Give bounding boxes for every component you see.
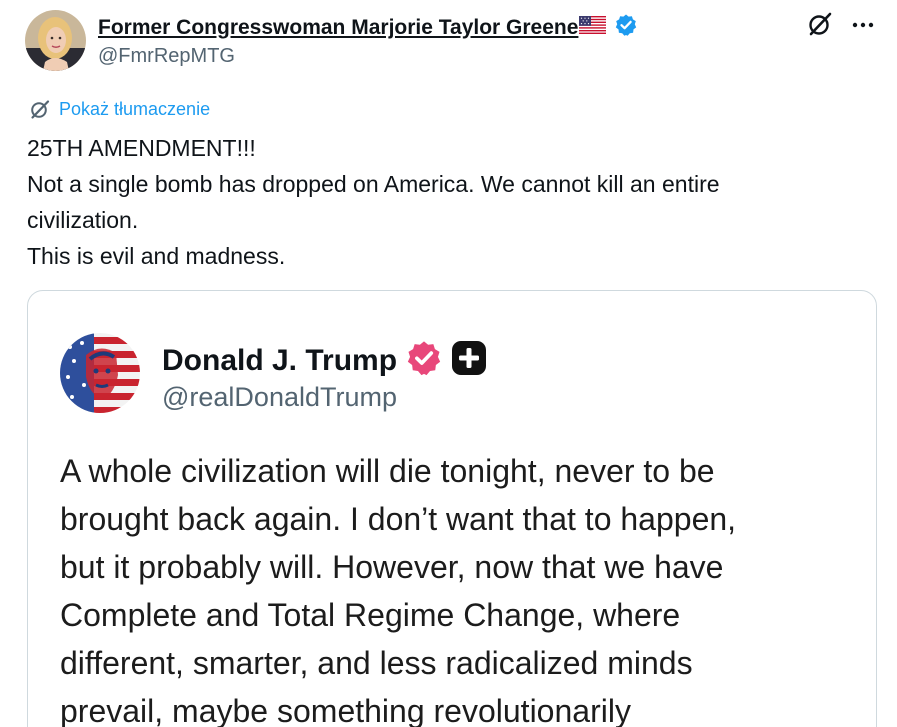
tweet-text-line: This is evil and madness.: [27, 243, 286, 269]
pink-verified-badge-icon[interactable]: [405, 339, 443, 382]
tweet[interactable]: Former Congresswoman Marjorie Taylor Gre…: [0, 0, 897, 727]
tweet-text: 25TH AMENDMENT!!! Not a single bomb has …: [27, 130, 847, 274]
verified-badge-icon[interactable]: [614, 13, 638, 42]
author-avatar[interactable]: [25, 10, 86, 71]
quoted-author-handle[interactable]: @realDonaldTrump: [162, 382, 397, 413]
quoted-text-line: different, smarter, and less radicalized…: [60, 645, 693, 681]
quoted-text-line: but it probably will. However, now that …: [60, 549, 724, 585]
author-display-name[interactable]: Former Congresswoman Marjorie Taylor Gre…: [98, 16, 578, 40]
show-translation-link[interactable]: Pokaż tłumaczenie: [29, 98, 210, 120]
quoted-author-display-name[interactable]: Donald J. Trump: [162, 344, 397, 378]
show-translation-label[interactable]: Pokaż tłumaczenie: [59, 99, 210, 120]
quoted-author-name-row: Donald J. Trump: [162, 339, 487, 382]
quoted-text-line: prevail, maybe something revolutionarily: [60, 693, 631, 727]
quoted-text-line: Complete and Total Regime Change, where: [60, 597, 681, 633]
us-flag-icon: [579, 16, 607, 39]
plus-square-icon: [451, 340, 487, 381]
quoted-post-card[interactable]: Donald J. Trump @realDonaldTrump A whole…: [27, 290, 877, 727]
tweet-text-line: 25TH AMENDMENT!!!: [27, 135, 256, 161]
grok-icon[interactable]: [806, 10, 834, 38]
author-name-row: Former Congresswoman Marjorie Taylor Gre…: [98, 13, 638, 42]
quoted-author-avatar[interactable]: [60, 333, 140, 413]
quoted-text-line: brought back again. I don’t want that to…: [60, 501, 737, 537]
tweet-text-line: Not a single bomb has dropped on America…: [27, 171, 720, 197]
translate-icon: [31, 100, 50, 119]
tweet-text-line: civilization.: [27, 207, 139, 233]
more-icon[interactable]: [850, 12, 876, 38]
quoted-text-line: A whole civilization will die tonight, n…: [60, 453, 715, 489]
quoted-post-text: A whole civilization will die tonight, n…: [60, 447, 860, 727]
author-handle[interactable]: @FmrRepMTG: [98, 45, 235, 68]
